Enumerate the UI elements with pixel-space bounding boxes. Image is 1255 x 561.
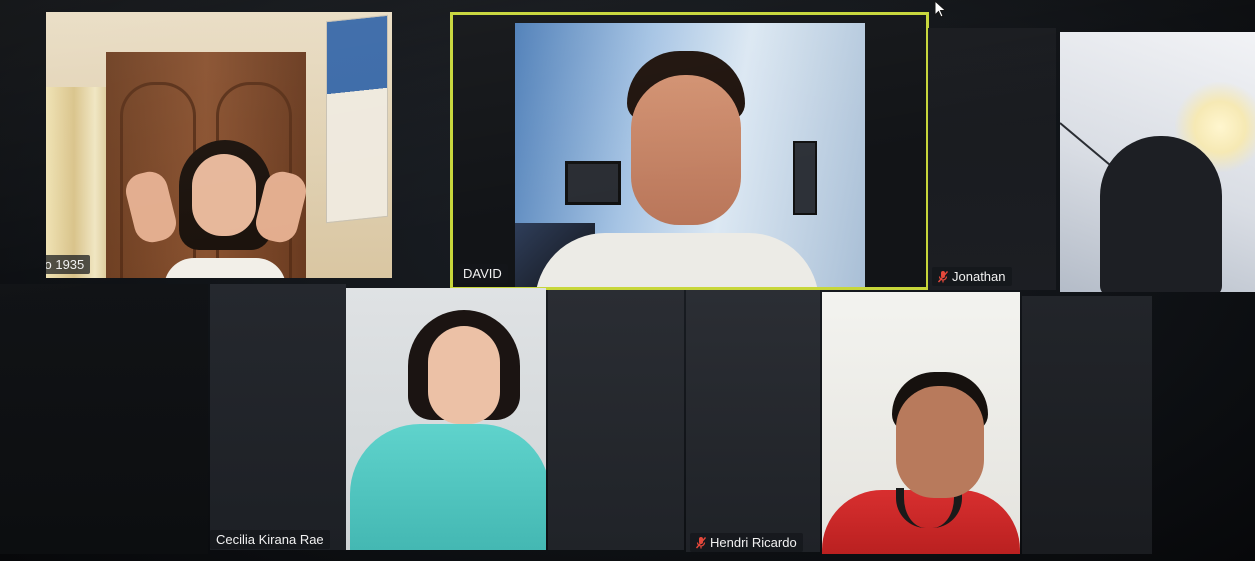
- participant-tile-9[interactable]: [822, 292, 1020, 554]
- participant-name-tag: Cecilia Kirana Rae: [210, 530, 330, 549]
- participant-tile-1[interactable]: vo 1935: [46, 12, 392, 278]
- wall-calendar: [326, 14, 388, 224]
- participant-video-person: [1100, 136, 1222, 292]
- participant-name: Jonathan: [952, 269, 1006, 284]
- participant-tile-8[interactable]: Hendri Ricardo: [686, 290, 820, 552]
- participant-name-tag: Hendri Ricardo: [690, 533, 803, 552]
- microphone-muted-icon: [696, 536, 706, 549]
- participant-tile-empty-left[interactable]: [0, 284, 208, 554]
- participant-name-tag: DAVID: [457, 264, 508, 283]
- participant-tile-6[interactable]: [346, 288, 546, 550]
- participant-tile-active-speaker[interactable]: DAVID: [453, 15, 926, 287]
- wall-picture-frame: [793, 141, 817, 215]
- participant-name-tag: vo 1935: [46, 255, 91, 274]
- participant-name-tag: Jonathan: [932, 267, 1012, 286]
- participant-tile-4[interactable]: [1060, 32, 1255, 292]
- participant-name: DAVID: [463, 266, 502, 281]
- participant-tile-10[interactable]: [1022, 296, 1152, 554]
- participant-tile-7[interactable]: [548, 290, 684, 550]
- participant-name: vo 1935: [46, 257, 85, 272]
- participant-name: Hendri Ricardo: [710, 535, 797, 550]
- participant-name: Cecilia Kirana Rae: [216, 532, 324, 547]
- mouse-cursor-icon: [934, 0, 948, 18]
- wall-picture-frame: [565, 161, 621, 205]
- participant-tile-3[interactable]: Jonathan: [928, 28, 1056, 290]
- participant-video-person: [428, 326, 500, 424]
- microphone-muted-icon: [938, 270, 948, 283]
- meeting-gallery: vo 1935 DAVID Jonath: [0, 0, 1255, 561]
- participant-video-person: [896, 386, 984, 498]
- participant-video: [515, 23, 865, 287]
- participant-tile-5[interactable]: [210, 284, 346, 550]
